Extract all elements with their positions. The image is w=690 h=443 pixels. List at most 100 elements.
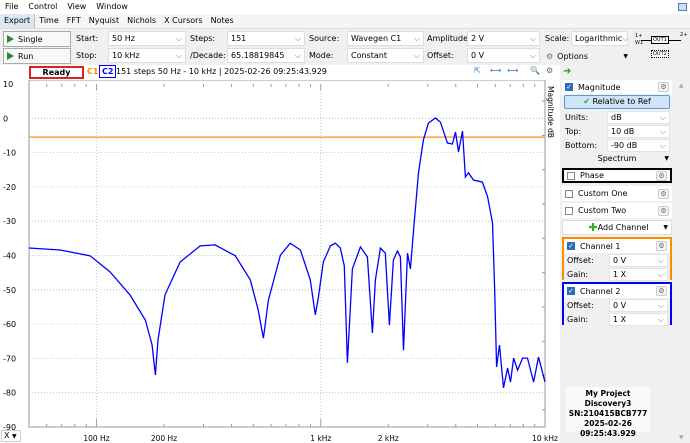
gear-icon: ⚙ [546, 51, 554, 61]
single-button[interactable]: Single [3, 31, 71, 47]
diagram-in: 1+ [635, 33, 643, 39]
menu-window[interactable]: Window [91, 0, 133, 14]
channel-1-offset-select[interactable]: 0 V ⌵ [609, 253, 668, 267]
amplitude-label: Amplitude: [427, 34, 471, 43]
cursor-icon[interactable]: ⇱ [474, 66, 481, 75]
decade-label: /Decade: [190, 51, 226, 60]
relative-label: Relative to Ref [592, 97, 651, 106]
amplitude-select[interactable]: 2 V ⌵ [467, 31, 540, 46]
menu-control[interactable]: Control [23, 0, 62, 14]
play-icon [7, 35, 14, 43]
gear-icon[interactable]: ⚙ [658, 188, 669, 199]
vertical-fit-icon[interactable]: ⟷ [507, 66, 518, 75]
options-label: Options [557, 51, 589, 61]
offset-label: Offset: [567, 255, 594, 265]
tab-time[interactable]: Time [35, 14, 63, 28]
single-label: Single [18, 34, 43, 44]
mode-label: Mode: [309, 51, 334, 60]
options-button[interactable]: ⚙ Options ▼ [546, 49, 628, 63]
x-tick-label: 10 kHz [532, 434, 558, 443]
spectrum-label: Spectrum [597, 154, 637, 163]
info-timestamp: 2025-02-26 09:25:43.929 [580, 419, 636, 438]
custom-one-label: Custom One [578, 189, 628, 198]
stop-select[interactable]: 10 kHz ⌵ [108, 48, 186, 63]
units-label: Units: [565, 112, 589, 122]
offset-label: Offset: [567, 300, 594, 310]
custom-two-checkbox[interactable] [565, 206, 573, 215]
phase-checkbox[interactable] [567, 171, 575, 180]
c1-badge[interactable]: C1 [87, 67, 98, 76]
magnitude-label: Magnitude [578, 82, 621, 92]
gear-icon[interactable]: ⚙ [656, 170, 667, 181]
device-info: My Project Discovery3 SN:210415BCB777 20… [566, 387, 650, 438]
phase-label: Phase [580, 171, 604, 180]
tab-fft[interactable]: FFT [63, 14, 85, 28]
run-label: Run [18, 51, 34, 61]
source-label: Source: [309, 34, 340, 43]
spectrum-dropdown[interactable]: Spectrum ▼ [562, 152, 672, 165]
arrow-right-icon[interactable]: ➜ [563, 66, 571, 77]
offset-value: 0 V [613, 300, 627, 310]
tab-nyquist[interactable]: Nyquist [85, 14, 123, 28]
start-select[interactable]: 50 Hz ⌵ [108, 31, 186, 46]
magnitude-plot[interactable]: 100-10-20-30-40-50-60-70-80-90100 Hz 200 … [0, 80, 560, 443]
custom-one-checkbox[interactable] [565, 189, 573, 198]
steps-value: 151 [231, 34, 247, 43]
decade-select[interactable]: 65.18819845 ⌵ [227, 48, 305, 63]
gear-icon[interactable]: ⚙ [656, 241, 667, 251]
channel-2-checkbox[interactable]: ✓ [567, 287, 575, 295]
start-value: 50 Hz [112, 34, 135, 43]
status-info: 151 steps 50 Hz - 10 kHz | 2025-02-26 09… [116, 67, 327, 76]
magnitude-checkbox[interactable]: ✓ [565, 83, 573, 91]
relative-to-ref-button[interactable]: ✔ Relative to Ref [564, 95, 670, 109]
bottom-label: Bottom: [565, 140, 598, 150]
project-name: My Project [585, 389, 631, 398]
channel-1-gain-select[interactable]: 1 X ⌵ [609, 267, 668, 281]
channel-2-offset-select[interactable]: 0 V ⌵ [609, 298, 668, 312]
axis-selector[interactable]: X ▼ [1, 430, 21, 442]
steps-select[interactable]: 151 ⌵ [227, 31, 305, 46]
restore-window-icon[interactable] [678, 3, 687, 11]
y-tick-label: -10 [3, 149, 16, 158]
units-select[interactable]: dB ⌵ [607, 110, 670, 124]
channel-1-section: ✓ Channel 1 ⚙ Offset: 0 V ⌵ Gain: 1 X ⌵ [562, 237, 672, 281]
run-button[interactable]: Run [3, 48, 71, 64]
gear-icon[interactable]: ⚙ [658, 205, 669, 216]
scale-select[interactable]: Logarithmic ⌵ [571, 31, 628, 46]
menu-file[interactable]: File [0, 0, 23, 14]
top-select[interactable]: 10 dB ⌵ [607, 124, 670, 138]
tab-export[interactable]: Export [0, 14, 36, 28]
gear-icon[interactable]: ⚙ [658, 82, 669, 92]
horizontal-fit-icon[interactable]: ⟷ [490, 66, 501, 75]
gear-icon[interactable]: ⚙ [656, 286, 667, 296]
channel-2-gain-select[interactable]: 1 X ⌵ [609, 312, 668, 326]
panel-scrollbar[interactable]: ▲ ▼ [676, 80, 690, 443]
units-value: dB [611, 112, 622, 122]
mode-select[interactable]: Constant ⌵ [347, 48, 424, 63]
bottom-select[interactable]: -90 dB ⌵ [607, 138, 670, 152]
tab-notes[interactable]: Notes [207, 14, 238, 28]
y-tick-label: -50 [3, 286, 16, 295]
top-label: Top: [565, 126, 582, 136]
decade-value: 65.18819845 [231, 51, 285, 60]
source-select[interactable]: Wavegen C1 ⌵ [347, 31, 424, 46]
tab-nichols[interactable]: Nichols [123, 14, 160, 28]
x-tick-label: 100 Hz [83, 434, 109, 443]
axis-selector-value: X [4, 431, 10, 440]
tab-x-cursors[interactable]: X Cursors [160, 14, 207, 28]
custom-one-row: Custom One ⚙ [562, 186, 672, 201]
y-tick-label: 0 [3, 114, 8, 123]
steps-label: Steps: [190, 34, 216, 43]
plot-settings-gear-icon[interactable]: ⚙ [546, 66, 553, 75]
offset-select[interactable]: 0 V ⌵ [467, 48, 540, 63]
scale-value: Logarithmic [575, 34, 623, 43]
channel-1-checkbox[interactable]: ✓ [567, 242, 575, 250]
y-tick-label: -40 [3, 252, 16, 261]
c2-badge[interactable]: C2 [99, 65, 117, 78]
channel-1-label: Channel 1 [580, 241, 621, 251]
y-tick-label: 10 [3, 80, 13, 89]
menu-view[interactable]: View [62, 0, 91, 14]
zoom-icon[interactable]: 🔍 [530, 66, 540, 75]
y-tick-label: -70 [3, 354, 16, 363]
add-channel-button[interactable]: ✚ Add Channel ▼ [562, 220, 672, 235]
